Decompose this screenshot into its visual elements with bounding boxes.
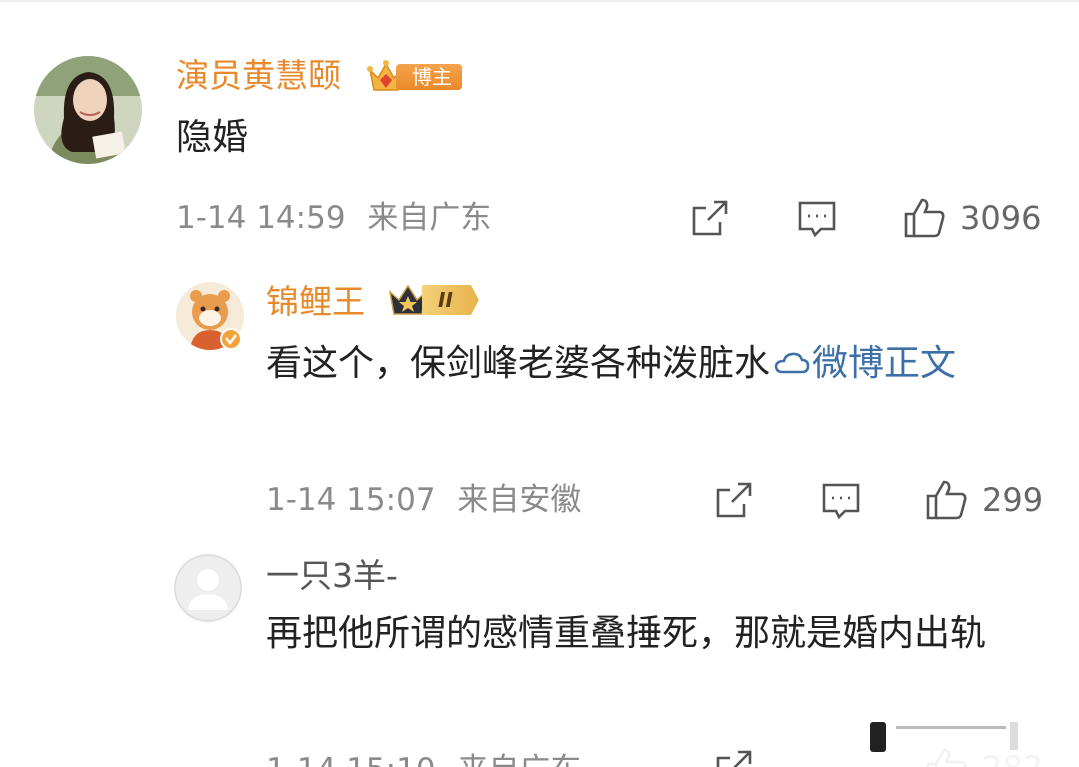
comment-icon	[822, 483, 860, 520]
username[interactable]: 演员黄慧颐	[176, 56, 341, 96]
comment-meta: 1-14 14:59 来自广东	[176, 198, 491, 238]
top-divider	[0, 0, 1079, 2]
like-count: 3096	[960, 199, 1042, 237]
verified-icon	[220, 328, 242, 350]
share-button[interactable]	[690, 198, 730, 238]
username[interactable]: 一只3羊-	[266, 556, 398, 596]
comment-text: 再把他所谓的感情重叠捶死，那就是婚内出轨	[266, 613, 987, 654]
comment-text: 隐婚	[176, 117, 249, 158]
comment-meta: 1-14 15:07 来自安徽	[266, 480, 581, 520]
weibo-link-icon[interactable]	[772, 350, 810, 376]
comment-text: 看这个，保剑峰老婆各种泼脏水 微博正文	[266, 332, 1036, 396]
badge-label: II	[422, 285, 479, 315]
comment-location: 来自广东	[367, 200, 492, 236]
comment-meta: 1-14 15:10 来自广东	[266, 750, 581, 767]
comment-button[interactable]	[796, 198, 838, 240]
avatar[interactable]	[174, 554, 242, 622]
level-badge: II	[386, 282, 479, 318]
share-icon	[716, 482, 752, 518]
watermark-bars-icon	[870, 722, 1018, 752]
comment-text-plain: 看这个，保剑峰老婆各种泼脏水	[266, 343, 771, 384]
comment-time: 1-14 15:07	[266, 482, 436, 518]
avatar[interactable]	[34, 56, 142, 164]
share-button[interactable]	[714, 480, 754, 520]
comment-button[interactable]	[820, 480, 862, 522]
comment-location: 来自广东	[457, 752, 581, 767]
thumbs-up-icon	[926, 480, 967, 520]
share-icon	[716, 750, 752, 767]
weibo-link[interactable]: 微博正文	[812, 343, 956, 384]
share-icon	[692, 200, 728, 236]
like-button[interactable]: 3096	[902, 196, 1041, 240]
comment-icon	[798, 201, 836, 238]
comment-location: 来自安徽	[457, 482, 582, 518]
like-button[interactable]: 299	[924, 478, 1043, 522]
blogger-badge: 博主	[366, 58, 462, 96]
share-button[interactable]	[714, 748, 754, 767]
badge-label: 博主	[396, 64, 462, 90]
comment-time: 1-14 15:10	[266, 752, 436, 767]
watermark-overlay	[800, 712, 1079, 767]
username[interactable]: 锦鲤王	[266, 282, 365, 322]
comment-time: 1-14 14:59	[176, 200, 346, 236]
thumbs-up-icon	[904, 198, 945, 238]
like-count: 299	[982, 481, 1044, 519]
